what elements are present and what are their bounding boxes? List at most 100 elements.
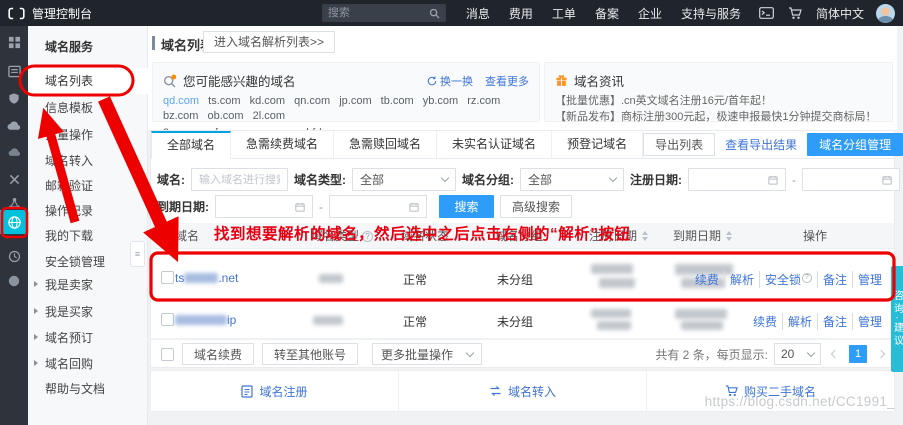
remark-link[interactable]: 备注 <box>816 313 852 330</box>
global-search-input[interactable] <box>327 7 429 19</box>
sort-icon[interactable] <box>642 231 649 241</box>
news-item[interactable]: 【批量优惠】.cn英文域名注册16元/首年起！ <box>545 93 892 109</box>
batch-renew-button[interactable]: 域名续费 <box>182 343 255 365</box>
sidebar-item-email-verify[interactable]: 邮箱验证 <box>28 173 148 199</box>
renew-link[interactable]: 续费 <box>748 313 782 330</box>
language-switch[interactable]: 简体中文 <box>816 5 864 22</box>
goto-dns-list-button[interactable]: 进入域名解析列表>> <box>203 31 336 53</box>
filter-type-label: 域名类型: <box>294 173 346 187</box>
domain-group-manage-button[interactable]: 域名分组管理 <box>807 133 903 156</box>
manage-link[interactable]: 管理 <box>851 271 887 288</box>
app-grid-icon[interactable] <box>0 30 28 54</box>
tab-preregistered[interactable]: 预登记域名 <box>552 131 644 158</box>
nav-icp[interactable]: 备案 <box>595 5 619 22</box>
sidebar-item-domain-list[interactable]: 域名列表 <box>28 68 148 94</box>
cloud-icon[interactable] <box>0 113 28 137</box>
domain-search-input[interactable] <box>199 173 280 186</box>
nav-support[interactable]: 支持与服务 <box>681 5 741 22</box>
sidebar-item-op-records[interactable]: 操作记录 <box>28 198 148 224</box>
security-lock-link[interactable]: 安全锁? <box>758 271 817 288</box>
nav-billing[interactable]: 费用 <box>509 5 533 22</box>
advanced-search-button[interactable]: 高级搜索 <box>500 195 573 218</box>
nav-messages[interactable]: 消息 <box>466 5 490 22</box>
table-row[interactable]: ts .net 正常 未分组 续费 解析 安全锁? 备注 管理 <box>151 254 894 301</box>
globe-icon[interactable] <box>0 210 28 234</box>
sidebar-item-preorder[interactable]: 域名预订 <box>28 325 148 351</box>
close-icon[interactable] <box>0 167 28 191</box>
sidebar-collapse-handle[interactable]: ≡ <box>130 241 145 267</box>
col-exp-date[interactable]: 到期日期 <box>673 223 733 249</box>
view-more-domains-link[interactable]: 查看更多 <box>485 73 529 89</box>
sidebar-item-buyback[interactable]: 域名回购 <box>28 351 148 377</box>
domain-search-field[interactable] <box>191 168 288 191</box>
product-list-icon[interactable] <box>0 59 28 83</box>
sidebar-item-seller[interactable]: 我是卖家 <box>28 272 148 298</box>
help-icon: ? <box>801 273 812 283</box>
calendar-icon <box>768 175 778 185</box>
row-checkbox[interactable] <box>161 271 174 284</box>
tab-unverified[interactable]: 未实名认证域名 <box>437 131 553 158</box>
resolve-link[interactable]: 解析 <box>781 313 817 330</box>
regdate-start-input[interactable] <box>688 168 786 191</box>
domain-list-card: 全部域名 急需续费域名 急需赎回域名 未实名认证域名 预登记域名 导出列表 查看… <box>150 130 903 368</box>
remark-link[interactable]: 备注 <box>816 271 852 288</box>
sort-icon[interactable] <box>726 231 733 241</box>
annotation-tip-text: 找到想要解析的域名，然后选中之后点击右侧的“解析”按钮 <box>214 226 631 243</box>
terminal-icon[interactable] <box>759 7 774 19</box>
domain-type-select[interactable]: 全部 <box>352 168 456 191</box>
filter-regdate-label: 注册日期: <box>630 173 682 187</box>
select-all-checkbox[interactable] <box>161 229 174 242</box>
resolve-link[interactable]: 解析 <box>723 271 759 288</box>
sidebar-item-transfer-in[interactable]: 域名转入 <box>28 148 148 174</box>
domain-name-link[interactable]: ts .net <box>175 271 238 285</box>
global-search[interactable] <box>321 4 446 22</box>
nav-tickets[interactable]: 工单 <box>552 5 576 22</box>
profile-dot-icon[interactable] <box>0 269 28 293</box>
suggested-domains-line1[interactable]: qd.com ts.com kd.com qn.com jp.com tb.co… <box>153 93 539 125</box>
select-all-checkbox[interactable] <box>161 347 174 361</box>
nav-enterprise[interactable]: 企业 <box>638 5 662 22</box>
register-domain-link[interactable]: 域名注册 <box>151 371 399 411</box>
redacted-text <box>681 321 723 330</box>
feedback-tab[interactable]: 咨询·建议 <box>891 266 903 372</box>
expdate-start-input[interactable] <box>215 195 313 218</box>
avatar[interactable] <box>876 3 895 23</box>
renew-link[interactable]: 续费 <box>690 271 724 288</box>
gift-icon <box>556 75 567 86</box>
tab-all-domains[interactable]: 全部域名 <box>151 131 232 159</box>
row-checkbox[interactable] <box>161 313 174 326</box>
cloud-brackets-icon <box>8 7 25 19</box>
manage-link[interactable]: 管理 <box>851 313 887 330</box>
page-size-select[interactable]: 20 <box>774 343 821 365</box>
domain-name-link[interactable]: ip <box>175 313 236 327</box>
sidebar-item-help-docs[interactable]: 帮助与文档 <box>28 376 148 402</box>
next-page-button[interactable] <box>873 346 889 362</box>
current-page-button[interactable]: 1 <box>849 345 867 363</box>
view-export-result-link[interactable]: 查看导出结果 <box>725 136 797 153</box>
refresh-domains-link[interactable]: 换一换 <box>427 73 473 89</box>
tab-renew-urgent[interactable]: 急需续费域名 <box>231 131 335 158</box>
expdate-end-input[interactable] <box>329 195 427 218</box>
shield-icon[interactable] <box>0 86 28 110</box>
domain-group-select[interactable]: 全部 <box>520 168 624 191</box>
transfer-in-link[interactable]: 域名转入 <box>399 371 647 411</box>
batch-transfer-button[interactable]: 转至其他账号 <box>262 343 359 365</box>
history-icon[interactable] <box>0 244 28 268</box>
cloud-solid-icon[interactable] <box>0 140 28 164</box>
suggested-domain-first[interactable]: qd.com <box>163 95 199 107</box>
table-row[interactable]: ip 正常 未分组 续费 解析 备注 管理 <box>151 301 894 339</box>
search-button[interactable]: 搜索 <box>439 195 494 218</box>
domain-news-panel: 域名资讯 【批量优惠】.cn英文域名注册16元/首年起！ 【新品发布】商标注册3… <box>544 62 893 125</box>
regdate-end-input[interactable] <box>802 168 900 191</box>
export-list-button[interactable]: 导出列表 <box>643 133 716 156</box>
tab-redeem-urgent[interactable]: 急需赎回域名 <box>334 131 438 158</box>
news-item[interactable]: 【新品发布】商标注册300元起，极速申报最快1分钟提交商标局！ <box>545 109 892 125</box>
sidebar-item-buyer[interactable]: 我是买家 <box>28 299 148 325</box>
sidebar-item-batch-ops[interactable]: 批量操作 <box>28 122 148 148</box>
expand-caret-icon <box>34 308 38 314</box>
console-logo[interactable]: 管理控制台 <box>8 5 92 22</box>
prev-page-button[interactable] <box>827 346 843 362</box>
cart-icon[interactable] <box>788 6 802 20</box>
sidebar-item-info-template[interactable]: 信息模板 <box>28 95 148 121</box>
more-batch-ops-dropdown[interactable]: 更多批量操作 <box>372 343 483 365</box>
